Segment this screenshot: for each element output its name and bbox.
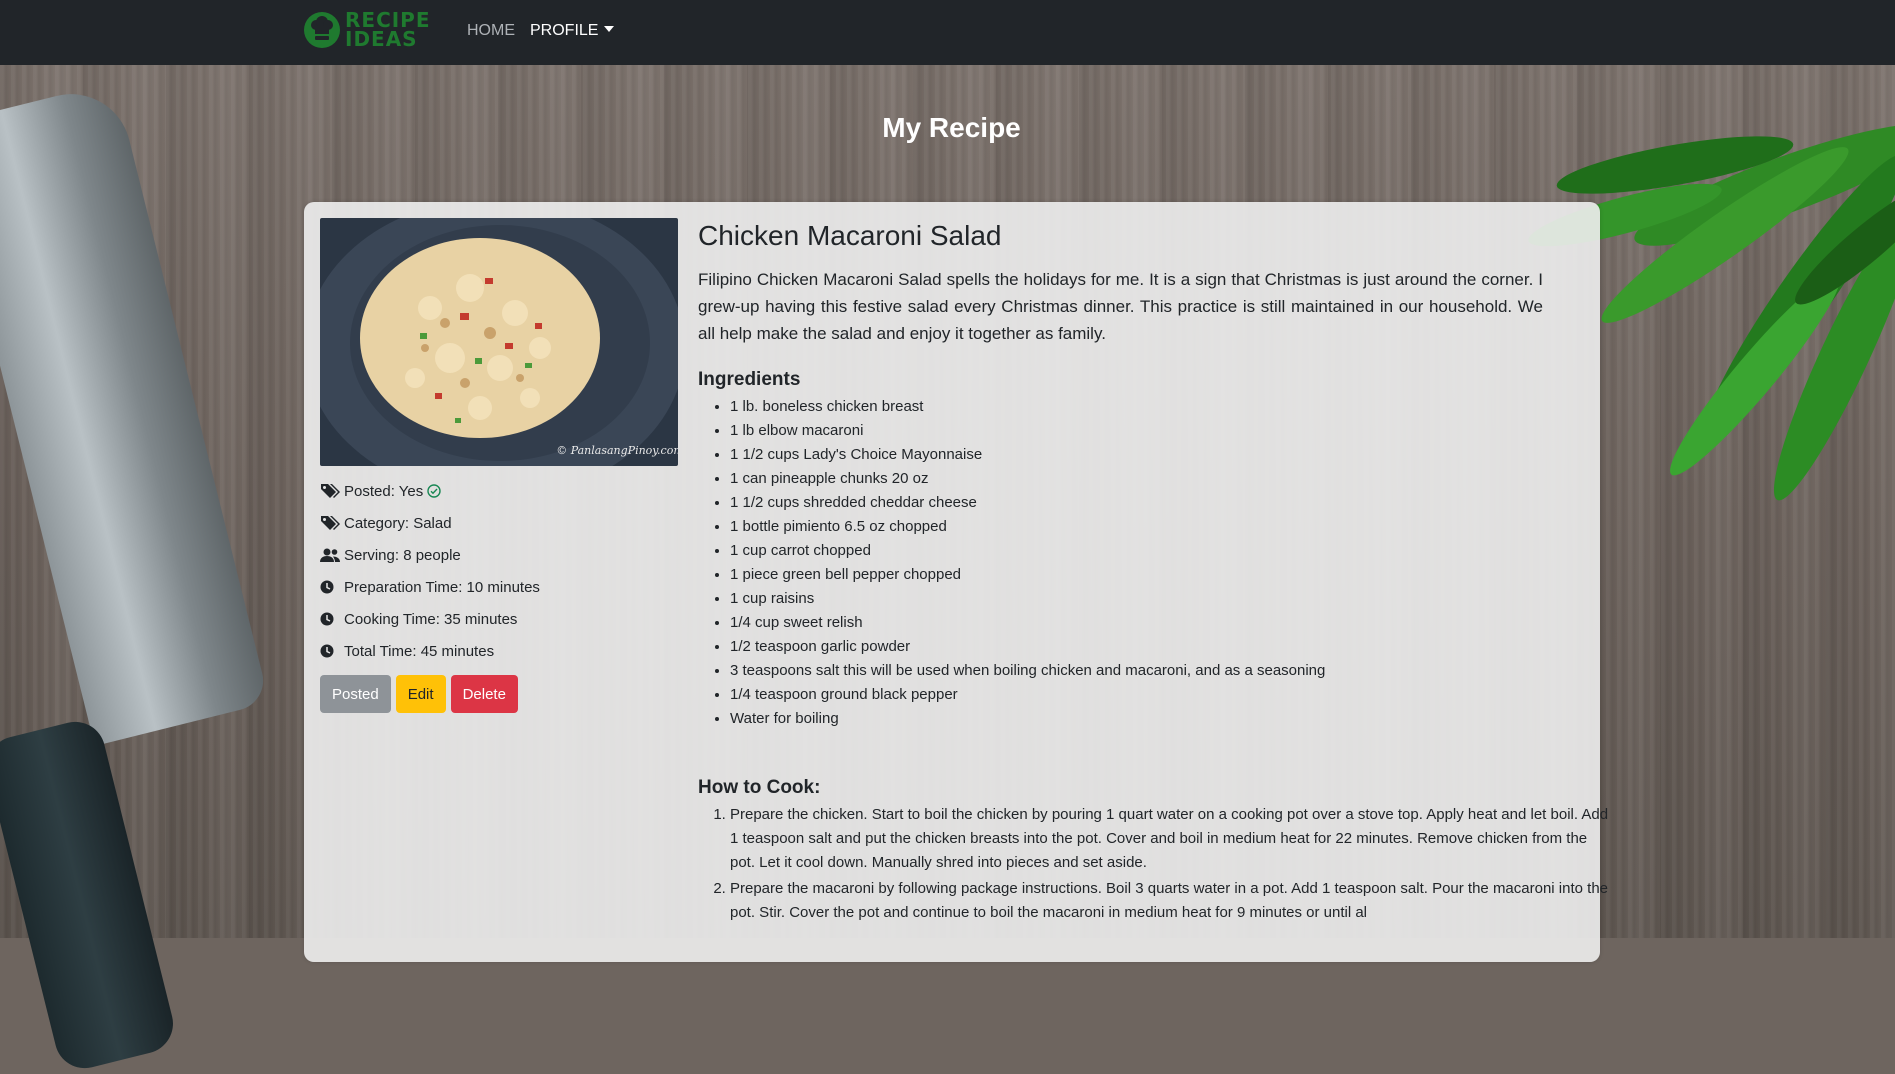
posted-button[interactable]: Posted [320, 675, 391, 713]
knife-blade-decoration [0, 81, 270, 746]
list-item: 3 teaspoons salt this will be used when … [730, 659, 1584, 683]
ingredients-heading: Ingredients [698, 369, 801, 390]
check-circle-icon [427, 484, 441, 498]
recipe-description: Filipino Chicken Macaroni Salad spells t… [698, 270, 1543, 343]
list-item: 1 1/2 cups Lady's Choice Mayonnaise [730, 443, 1584, 467]
meta-category: Category: Salad [320, 507, 680, 539]
tags-icon [320, 515, 340, 531]
list-item: 1/4 cup sweet relish [730, 611, 1584, 635]
clock-icon [320, 611, 340, 627]
meta-posted-text: Posted: Yes [344, 482, 424, 500]
list-item: 1/4 teaspoon ground black pepper [730, 683, 1584, 707]
caret-down-icon [604, 26, 615, 32]
tags-icon [320, 483, 340, 499]
meta-posted: Posted: Yes [320, 475, 680, 507]
brand-text: RECIPE IDEAS [345, 10, 431, 51]
meta-prep-time: Preparation Time: 10 minutes [320, 571, 680, 603]
list-item: 1/2 teaspoon garlic powder [730, 635, 1584, 659]
clock-icon [320, 643, 340, 659]
page-title: My Recipe [882, 112, 1021, 143]
step-item: Prepare the chicken. Start to boil the c… [730, 803, 1610, 875]
knife-handle-decoration [0, 715, 180, 1074]
users-icon [320, 547, 340, 563]
meta-total-text: Total Time: 45 minutes [344, 642, 495, 660]
step-item: Prepare the macaroni by following packag… [730, 877, 1610, 925]
recipe-title: Chicken Macaroni Salad [698, 220, 1002, 251]
chef-hat-icon [304, 12, 340, 48]
meta-serving: Serving: 8 people [320, 539, 680, 571]
meta-prep-text: Preparation Time: 10 minutes [344, 578, 540, 596]
list-item: 1 cup carrot chopped [730, 539, 1584, 563]
recipe-card: © PanlasangPinoy.com Posted: Yes Categor… [304, 202, 1608, 962]
brand-line-2: IDEAS [345, 27, 418, 51]
meta-serving-text: Serving: 8 people [344, 546, 461, 564]
list-item: 1 piece green bell pepper chopped [730, 563, 1584, 587]
recipe-meta: Posted: Yes Category: Salad Serving: 8 p… [320, 475, 680, 667]
meta-category-text: Category: Salad [344, 514, 452, 532]
list-item: 1 bottle pimiento 6.5 oz chopped [730, 515, 1584, 539]
how-to-cook-heading: How to Cook: [698, 777, 821, 798]
list-item: 1 lb elbow macaroni [730, 419, 1584, 443]
ingredients-list: 1 lb. boneless chicken breast 1 lb elbow… [698, 395, 1584, 731]
list-item: 1 1/2 cups shredded cheddar cheese [730, 491, 1584, 515]
meta-total-time: Total Time: 45 minutes [320, 635, 680, 667]
list-item: 1 lb. boneless chicken breast [730, 395, 1584, 419]
nav-home-link[interactable]: HOME [467, 22, 515, 40]
edit-button[interactable]: Edit [395, 675, 446, 713]
recipe-content: Chicken Macaroni Salad Filipino Chicken … [698, 220, 1608, 927]
list-item: 1 cup raisins [730, 587, 1584, 611]
image-watermark: © PanlasangPinoy.com [556, 444, 678, 457]
delete-button[interactable]: Delete [450, 675, 518, 713]
steps-list: Prepare the chicken. Start to boil the c… [698, 803, 1610, 925]
meta-cook-text: Cooking Time: 35 minutes [344, 610, 518, 628]
nav-profile-dropdown[interactable]: PROFILE [530, 22, 615, 40]
clock-icon [320, 579, 340, 595]
list-item: Water for boiling [730, 707, 1584, 731]
top-navbar: RECIPE IDEAS HOME PROFILE [0, 0, 1895, 65]
brand-logo[interactable]: RECIPE IDEAS [303, 10, 431, 51]
meta-cook-time: Cooking Time: 35 minutes [320, 603, 680, 635]
recipe-photo: © PanlasangPinoy.com [320, 218, 678, 466]
list-item: 1 can pineapple chunks 20 oz [730, 467, 1584, 491]
recipe-actions: Posted Edit Delete [320, 675, 518, 713]
nav-profile-label: PROFILE [530, 22, 599, 39]
